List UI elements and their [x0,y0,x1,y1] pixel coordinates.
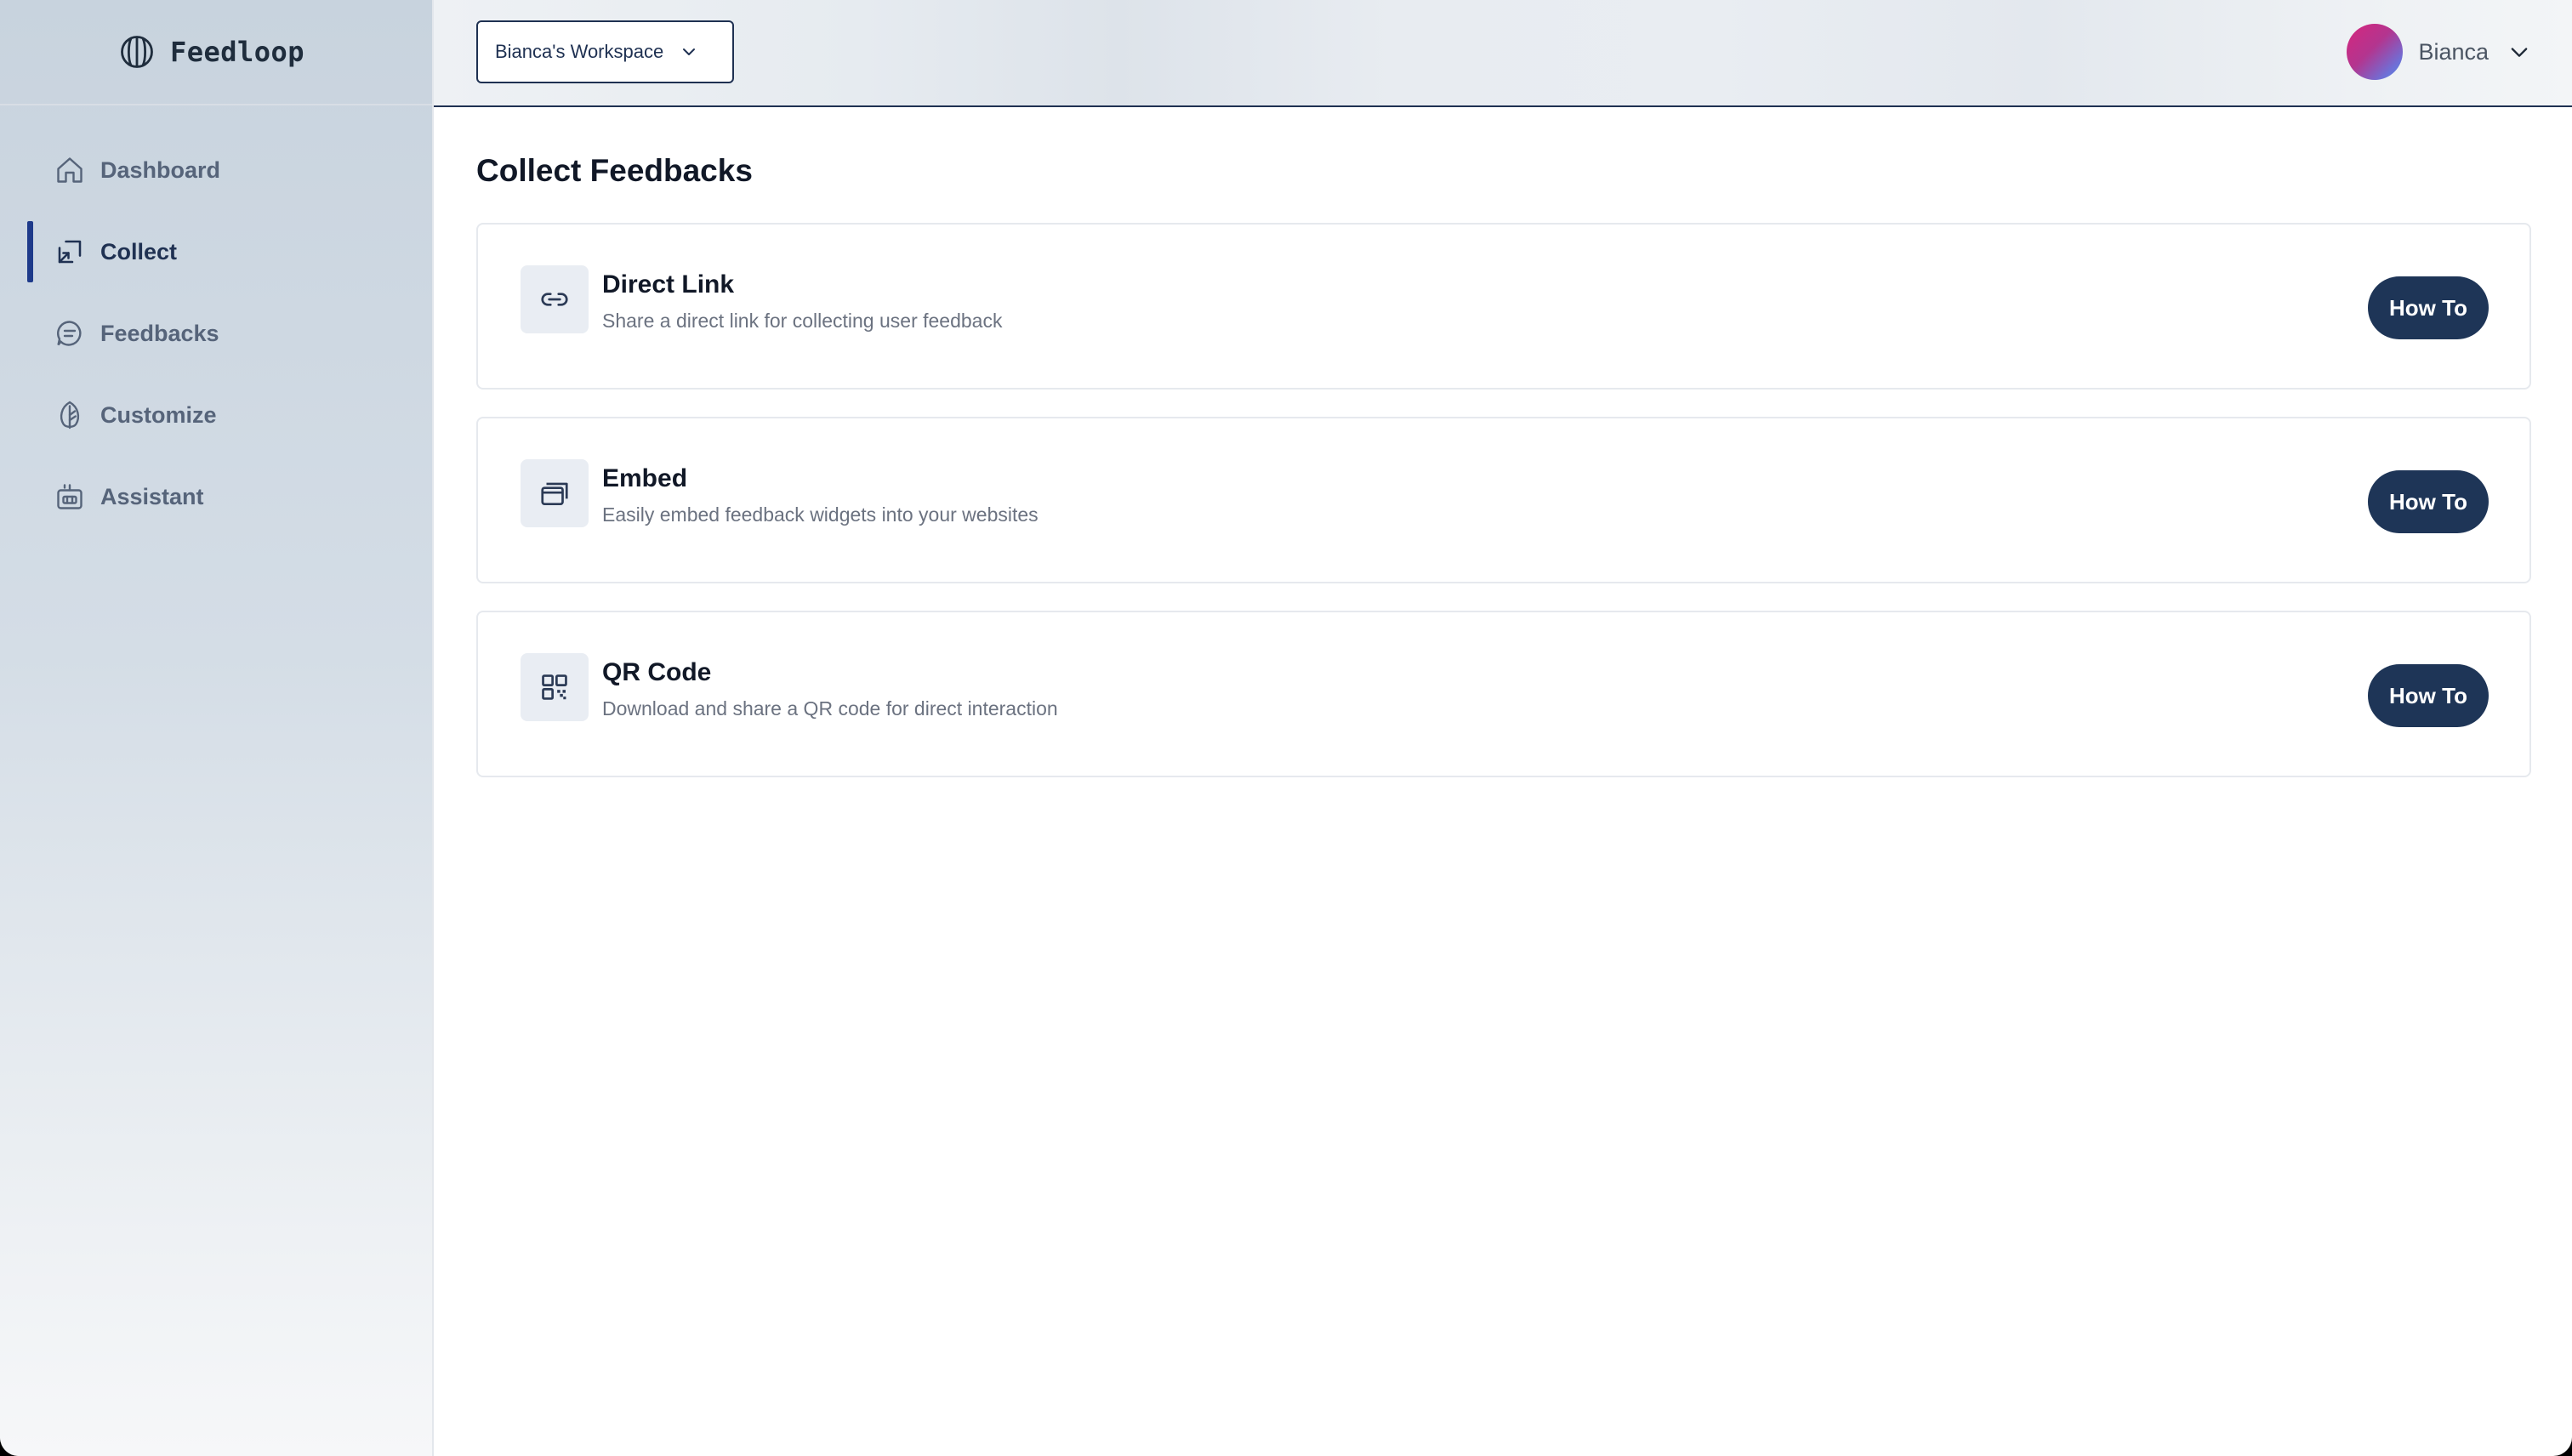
how-to-button[interactable]: How To [2368,470,2489,533]
card-title: QR Code [602,658,712,686]
card-description: Download and share a QR code for direct … [602,697,1058,719]
user-name: Bianca [2418,38,2489,65]
leaf-icon [60,401,80,429]
chevron-down-icon [2511,48,2528,57]
chevron-down-icon [683,48,696,55]
how-to-button[interactable]: How To [2368,664,2489,727]
card-description: Share a direct link for collecting user … [602,310,1003,332]
active-indicator [27,221,33,282]
page-title: Collect Feedbacks [476,153,753,188]
user-menu[interactable]: Bianca [2347,23,2531,81]
card-title: Direct Link [602,270,735,299]
collect-cursor-icon [58,240,82,264]
card-icon-box [521,653,589,721]
home-icon [57,157,83,183]
sidebar-item-label: Customize [100,401,217,428]
logo-circle-icon [121,36,153,68]
brand-name: Feedloop [169,36,305,68]
embed-window-icon [541,482,568,506]
bot-icon [57,484,83,509]
card-description: Easily embed feedback widgets into your … [602,503,1038,526]
link-icon [541,293,568,306]
sidebar-item-feedbacks[interactable]: Feedbacks [0,303,432,364]
card-icon-box [521,265,589,333]
sidebar-item-collect[interactable]: Collect [0,221,432,282]
avatar[interactable] [2347,24,2404,80]
sidebar: Feedloop Dashboard Collect Feedbacks Cus… [0,0,434,1456]
sidebar-item-dashboard[interactable]: Dashboard [0,139,432,201]
qr-code-icon [542,674,567,700]
collect-card-direct-link: Direct Link Share a direct link for coll… [476,223,2531,390]
sidebar-item-label: Feedbacks [100,320,219,346]
workspace-label: Bianca's Workspace [495,41,664,62]
how-to-button[interactable]: How To [2368,276,2489,339]
collect-card-qr-code: QR Code Download and share a QR code for… [476,611,2531,777]
workspace-selector[interactable]: Bianca's Workspace [476,20,734,83]
card-title: Embed [602,464,688,492]
app-window: Feedloop Dashboard Collect Feedbacks Cus… [0,0,2572,1456]
sidebar-nav: Dashboard Collect Feedbacks Customize As… [0,139,432,527]
sidebar-item-label: Dashboard [100,156,221,183]
collect-card-embed: Embed Easily embed feedback widgets into… [476,417,2531,583]
sidebar-item-assistant[interactable]: Assistant [0,466,432,527]
sidebar-item-label: Collect [100,238,178,264]
card-icon-box [521,459,589,527]
top-header: Bianca's Workspace Bianca [434,0,2572,107]
sidebar-item-customize[interactable]: Customize [0,384,432,446]
brand-logo[interactable]: Feedloop [0,0,432,105]
sidebar-item-label: Assistant [100,483,204,509]
message-icon [57,321,82,346]
